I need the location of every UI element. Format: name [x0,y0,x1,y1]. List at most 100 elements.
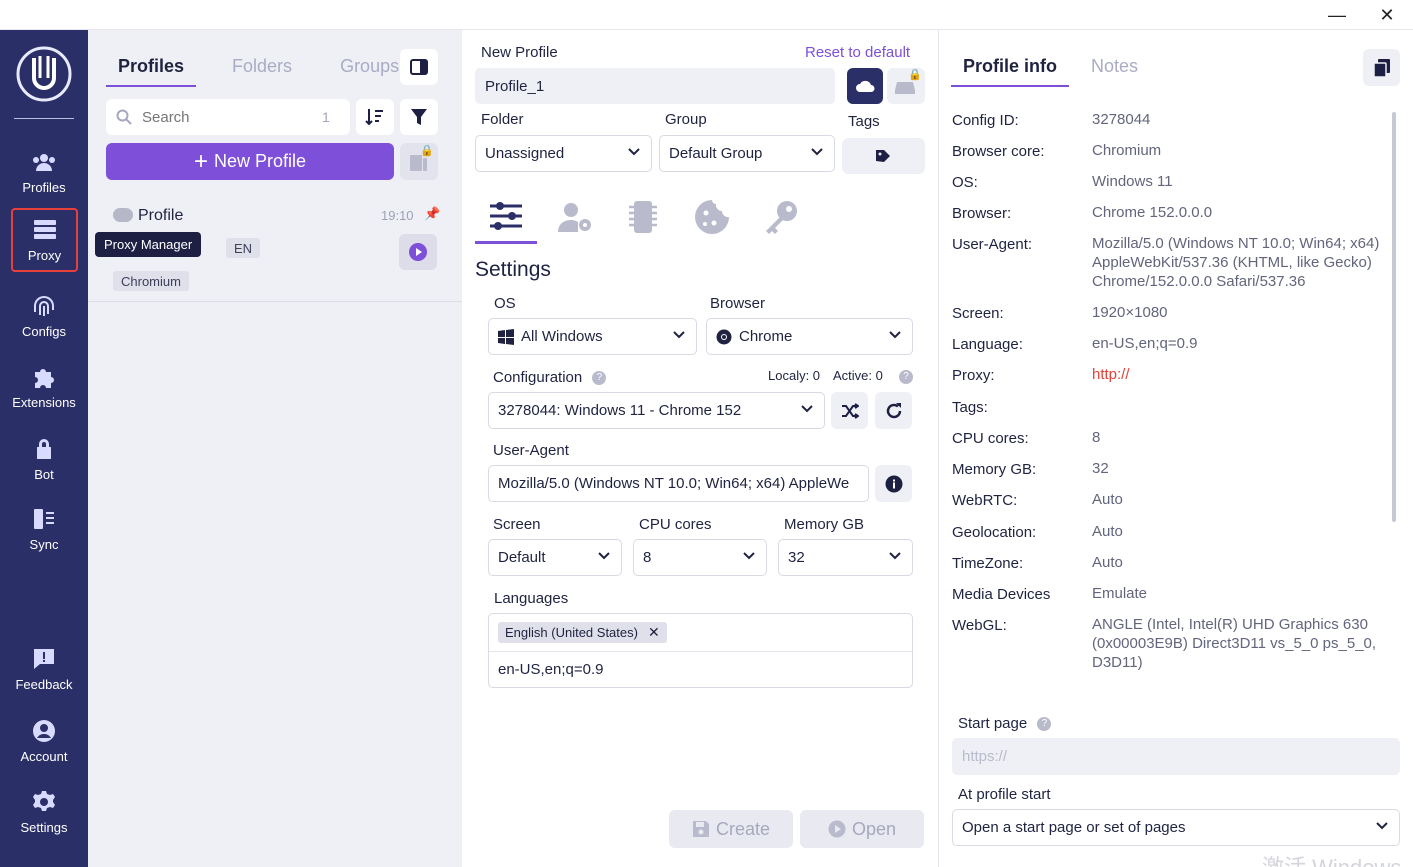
locked-action-button[interactable]: 🔒 [400,143,438,180]
filter-button[interactable] [400,99,438,135]
nav-profiles[interactable]: Profiles [4,140,84,204]
tab-cookies-settings[interactable] [681,190,743,244]
remove-language-icon[interactable]: ✕ [648,624,660,641]
toggle-panel-button[interactable] [400,49,438,85]
nav-rail: Profiles Proxy Configs Extensions Bot Sy… [0,30,88,867]
nav-feedback[interactable]: Feedback [4,637,84,701]
close-button[interactable]: ✕ [1367,0,1407,30]
group-select[interactable]: Default Group [659,135,835,172]
profile-name: Profile [138,207,184,224]
info-value: Chrome 152.0.0.0 [1092,204,1213,221]
chevron-down-icon [598,552,610,560]
tab-profiles[interactable]: Profiles [106,56,197,87]
profiles-panel: Profiles Folders Groups 1 + New Profile … [88,30,462,867]
memory-value: 32 [788,549,805,566]
lock-icon [37,439,51,459]
nav-label: Extensions [12,395,76,410]
folder-label: Folder [481,111,524,128]
memory-select[interactable]: 32 [778,539,913,576]
cpu-cores-select[interactable]: 8 [633,539,767,576]
title-bar: — ✕ [0,0,1413,30]
create-button[interactable]: Create [669,810,793,848]
new-profile-button[interactable]: + New Profile [106,143,394,180]
help-icon[interactable]: ? [899,370,913,384]
info-scrollbar[interactable] [1392,112,1396,522]
copy-info-button[interactable] [1363,49,1400,86]
tab-identity-settings[interactable] [544,190,606,244]
sort-button[interactable] [356,99,394,135]
browser-select[interactable]: Chrome [706,318,913,355]
panel-icon [410,59,428,75]
language-chip: English (United States) ✕ [498,622,667,643]
search-input[interactable] [142,108,312,126]
rail-divider [14,118,74,119]
cloud-storage-button[interactable] [847,68,883,104]
screen-value: Default [498,549,546,566]
start-page-input[interactable]: https:// [952,738,1400,775]
info-value: Windows 11 [1092,173,1173,190]
chevron-down-icon [889,552,901,560]
profile-name-field[interactable]: Profile_1 [475,68,835,104]
locally-count: Localy: 0 [768,368,821,383]
nav-proxy[interactable]: Proxy [11,208,78,272]
nav-sync[interactable]: Sync [4,497,84,561]
user-agent-info-button[interactable] [875,465,912,502]
info-value: Mozilla/5.0 (Windows NT 10.0; Win64; x64… [1092,235,1380,290]
tab-groups[interactable]: Groups [328,56,411,87]
reset-to-default-link[interactable]: Reset to default [805,44,910,61]
memory-label: Memory GB [784,516,865,533]
info-icon [885,475,902,492]
open-button[interactable]: Open [800,810,924,848]
info-key: Geolocation: [952,524,1037,541]
help-icon[interactable]: ? [1037,717,1052,732]
open-label: Open [851,818,897,839]
configuration-label-text: Configuration [493,369,583,386]
info-key: User-Agent: [952,236,1033,253]
info-value: ANGLE (Intel, Intel(R) UHD Graphics 630 … [1092,616,1377,671]
settings-title: Settings [475,258,551,281]
help-icon[interactable]: ? [592,371,607,386]
tab-folders[interactable]: Folders [220,56,304,87]
refresh-config-button[interactable] [875,392,912,429]
nav-settings[interactable]: Settings [4,780,84,844]
tab-passwords-settings[interactable] [750,190,812,244]
at-profile-start-select[interactable]: Open a start page or set of pages [952,809,1400,846]
nav-extensions[interactable]: Extensions [4,355,84,419]
info-value: Auto [1092,523,1123,540]
nav-configs[interactable]: Configs [4,284,84,348]
local-storage-button[interactable]: 🔒 [887,68,925,104]
info-key: TimeZone: [952,555,1024,572]
info-value: 8 [1092,429,1101,446]
tab-profile-info[interactable]: Profile info [951,56,1069,87]
filter-icon [411,109,427,125]
chevron-down-icon [673,331,685,339]
languages-value[interactable]: en-US,en;q=0.9 [498,661,604,678]
info-value[interactable]: http:// [1092,365,1382,384]
group-value: Default Group [669,145,763,162]
profile-info-panel: Profile info Notes Config ID: 3278044 Brow… [938,30,1413,867]
puzzle-icon [35,369,54,388]
configuration-select[interactable]: 3278044: Windows 11 - Chrome 152 [488,392,825,429]
info-key: WebGL: [952,617,1007,634]
pin-icon[interactable]: 📌 [424,206,440,222]
minimize-button[interactable]: — [1317,0,1357,30]
tab-notes[interactable]: Notes [1079,56,1150,87]
chevron-down-icon [1376,822,1388,830]
group-label: Group [665,111,707,128]
account-icon [33,720,55,742]
folder-select[interactable]: Unassigned [475,135,652,172]
random-config-button[interactable] [831,392,868,429]
lang-tag: EN [226,238,261,258]
os-select[interactable]: All Windows [488,318,697,355]
screen-select[interactable]: Default [488,539,622,576]
tab-general-settings[interactable] [475,190,537,244]
nav-account[interactable]: Account [4,709,84,773]
user-agent-field[interactable]: Mozilla/5.0 (Windows NT 10.0; Win64; x64… [488,465,869,502]
info-key: Media Devices [952,586,1051,603]
nav-bot[interactable]: Bot [4,427,84,491]
create-label: Create [715,818,771,839]
tags-button[interactable] [842,138,925,174]
tab-hardware-settings[interactable] [612,190,674,244]
start-profile-button[interactable] [399,234,437,270]
tags-label: Tags [848,113,880,130]
